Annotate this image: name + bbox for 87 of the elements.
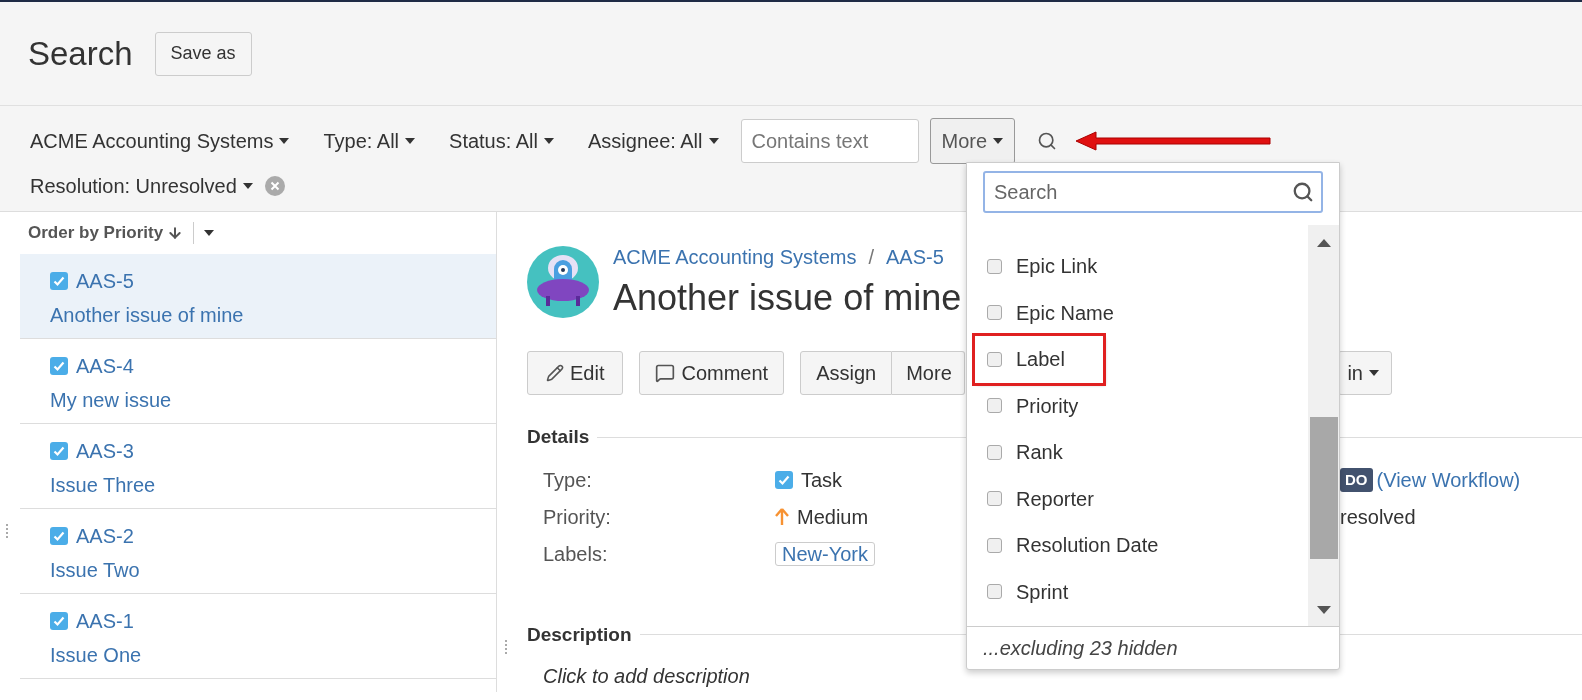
edit-button[interactable]: Edit (527, 351, 624, 395)
caret-icon (708, 138, 719, 144)
resolution-value: resolved (1340, 505, 1416, 530)
checkbox-icon (50, 527, 68, 545)
action-button[interactable]: Assign (800, 351, 893, 395)
field-option[interactable]: Resolution Date (987, 522, 1163, 569)
comment-button[interactable]: Comment (639, 351, 785, 395)
speech-bubble-icon (655, 363, 676, 383)
checkbox-icon (50, 272, 68, 290)
issue-summary-link[interactable]: Issue Two (50, 555, 496, 585)
section-heading: Description (527, 622, 632, 647)
status-lozenge: DO (1340, 468, 1373, 492)
arrow-up-icon (775, 508, 789, 526)
issue-key-link[interactable]: AAS-3 (76, 436, 134, 466)
issue-title: Another issue of mine (613, 276, 962, 320)
view-workflow-link[interactable]: (View Workflow) (1376, 465, 1521, 495)
page-title: Search (28, 33, 133, 74)
checkbox[interactable] (987, 398, 1002, 414)
checkbox[interactable] (987, 258, 1002, 274)
issue-key-link[interactable]: AAS-5 (76, 266, 134, 296)
project-avatar-icon (527, 246, 599, 318)
checkbox[interactable] (987, 491, 1002, 507)
scroll-up-icon[interactable] (1316, 239, 1331, 247)
more-button[interactable]: More (929, 118, 1016, 164)
issue-key-link[interactable]: AAS-4 (76, 351, 134, 381)
checkbox[interactable] (987, 584, 1002, 600)
field-option[interactable]: Priority (987, 382, 1083, 429)
scroll-down-icon[interactable] (1316, 606, 1331, 614)
issue-summary-link[interactable]: Issue One (50, 640, 496, 670)
drag-handle-icon[interactable] (505, 640, 507, 654)
filter-dropdown[interactable]: Resolution: Unresolved (30, 171, 253, 201)
filter-dropdown[interactable]: ACME Accounting Systems (30, 126, 290, 156)
caret-icon (279, 138, 290, 144)
filter-dropdown[interactable]: Assignee: All (588, 126, 719, 156)
checkbox[interactable] (987, 305, 1002, 321)
search-icon[interactable] (1037, 131, 1058, 151)
text-search-field[interactable]: Contains text (740, 119, 919, 163)
clear-icon[interactable] (264, 176, 285, 196)
issue-summary-link[interactable]: My new issue (50, 385, 496, 415)
checkbox[interactable] (987, 444, 1002, 460)
action-button[interactable]: More (892, 351, 965, 395)
filter-dropdown[interactable]: Type: All (323, 126, 416, 156)
search-icon[interactable] (1292, 181, 1314, 203)
issue-summary-link[interactable]: Another issue of mine (50, 300, 496, 330)
sort-button[interactable]: Order by Priority (28, 220, 184, 246)
menu-button[interactable]: in (1338, 351, 1392, 395)
field-option[interactable]: Reporter (987, 475, 1098, 522)
checkbox-icon (775, 471, 793, 489)
scrollbar[interactable] (1308, 225, 1339, 626)
field-option[interactable]: Sprint (987, 568, 1073, 615)
field-option[interactable]: Rank (987, 429, 1067, 476)
field-option[interactable]: Label (975, 336, 1103, 383)
scrollbar-thumb[interactable] (1309, 417, 1338, 559)
caret-icon (993, 138, 1004, 144)
drag-handle-icon[interactable] (6, 524, 8, 538)
field-label: Type: (543, 468, 593, 493)
pencil-icon (546, 364, 564, 382)
caret-icon (204, 230, 215, 236)
label-tag[interactable]: New-York (775, 542, 875, 566)
checkbox-icon (50, 357, 68, 375)
caret-icon (544, 138, 554, 144)
field-label: Priority: (543, 505, 612, 530)
field-option[interactable]: Epic Name (987, 289, 1118, 336)
issue-item[interactable]: AAS-5 Another issue of mine (20, 254, 496, 339)
field-label: Labels: (543, 542, 609, 567)
checkbox-icon (50, 612, 68, 630)
filter-dropdown[interactable]: Status: All (449, 126, 554, 156)
issue-key-link[interactable]: AAS-5 (886, 242, 944, 272)
project-link[interactable]: ACME Accounting Systems (613, 242, 857, 272)
section-heading: Details (527, 425, 590, 449)
hidden-count-note: ...excluding 23 hidden (982, 636, 1179, 661)
checkbox-icon (50, 442, 68, 460)
field-value: Medium (797, 505, 869, 530)
field-option[interactable]: Epic Link (987, 243, 1102, 290)
issue-key-link[interactable]: AAS-2 (76, 521, 134, 551)
save-as-button[interactable]: Save as (154, 31, 252, 76)
issue-summary-link[interactable]: Issue Three (50, 470, 496, 500)
checkbox[interactable] (987, 351, 1002, 367)
search-field[interactable]: Search (983, 171, 1323, 213)
caret-icon (242, 183, 253, 189)
checkbox[interactable] (987, 537, 1002, 553)
issue-key-link[interactable]: AAS-1 (76, 606, 134, 636)
description-placeholder[interactable]: Click to add description (527, 661, 1582, 691)
breadcrumb-separator: / (868, 245, 874, 270)
caret-icon (405, 138, 416, 144)
caret-icon (1369, 370, 1379, 376)
field-value: Task (801, 468, 843, 493)
